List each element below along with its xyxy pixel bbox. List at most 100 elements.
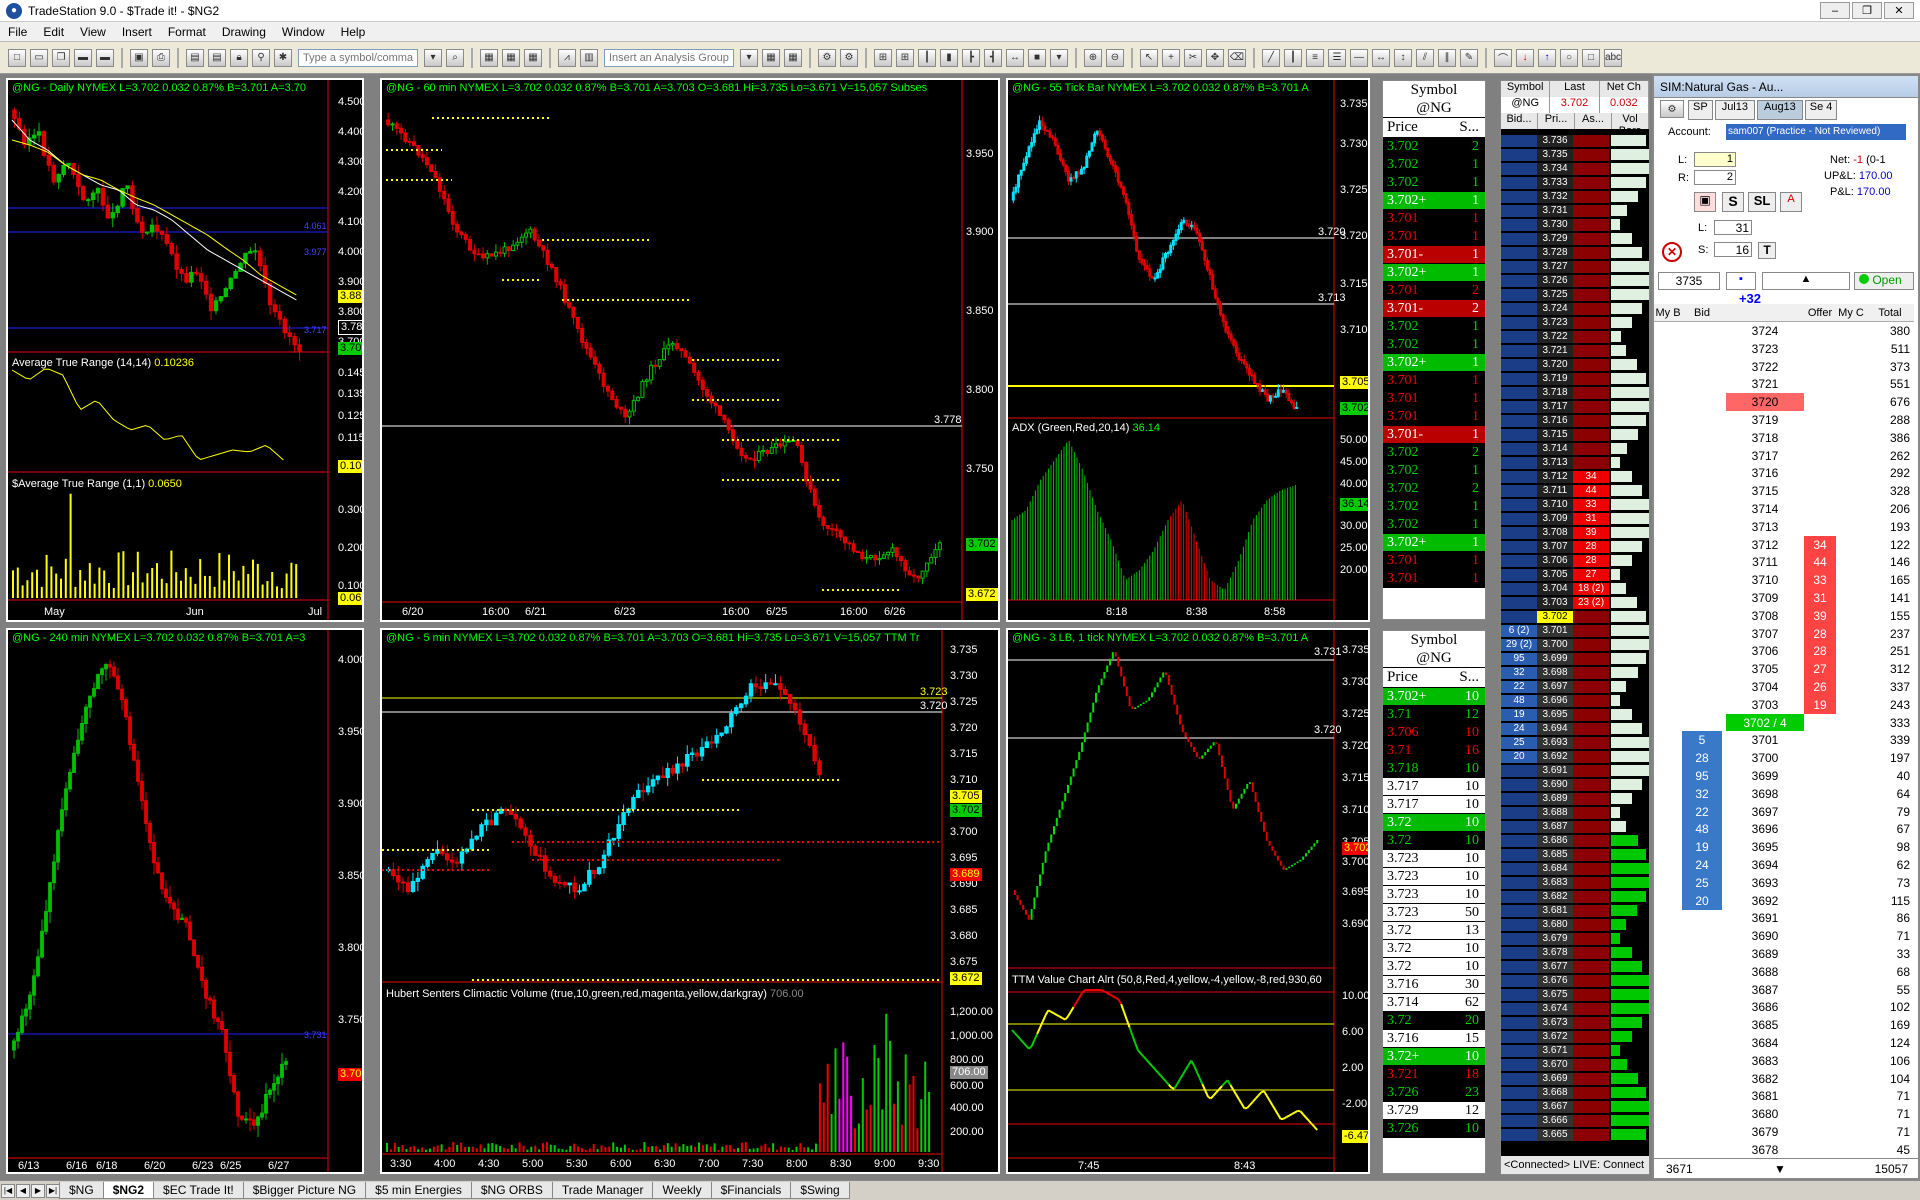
horizontal-lines-icon[interactable]: ≡ [1306, 48, 1324, 67]
ohlc2-icon[interactable]: ┫ [984, 48, 1002, 67]
mm-row[interactable]: 3.723 [1501, 317, 1649, 329]
mm-symbol[interactable]: @NG [1501, 97, 1551, 113]
mm-row[interactable]: 3.680 [1501, 919, 1649, 931]
mm-row[interactable]: 3.678 [1501, 947, 1649, 959]
chart-5min[interactable]: @NG - 5 min NYMEX L=3.702 0.032 0.87% B=… [380, 628, 1000, 1174]
data-icon[interactable]: ⊞ [874, 48, 892, 67]
grid-icon[interactable]: ▦ [480, 48, 498, 67]
maximize-button[interactable]: ❐ [1852, 2, 1882, 19]
dom-bid[interactable]: 20 [1682, 891, 1722, 910]
search-icon[interactable]: ⌕ [446, 48, 464, 67]
flatten-icon[interactable]: ▣ [1694, 192, 1716, 212]
chart-3lb[interactable]: @NG - 3 LB, 1 tick NYMEX L=3.702 0.032 0… [1006, 628, 1370, 1174]
mm-row[interactable]: 3.721 [1501, 345, 1649, 357]
dom-row[interactable]: 3721 551 [1654, 375, 1914, 394]
mm-row[interactable]: 3.708 39 [1501, 527, 1649, 539]
arc-icon[interactable]: ⌒ [1494, 48, 1512, 67]
dom-bid[interactable]: 24 [1682, 856, 1722, 874]
dom-offer[interactable]: 27 [1804, 660, 1836, 679]
mm-row[interactable]: 3.717 [1501, 401, 1649, 413]
mm-row[interactable]: 3.672 [1501, 1031, 1649, 1043]
mm-row[interactable]: 3.704 18 (2) [1501, 583, 1649, 595]
fib-icon[interactable]: ☰ [1328, 48, 1346, 67]
r-quantity-input[interactable]: 2 [1694, 170, 1736, 185]
dom-offer[interactable]: 33 [1804, 571, 1836, 590]
link-icon[interactable]: ⚲ [252, 48, 270, 67]
tab-ng-orbs[interactable]: $NG ORBS [470, 1182, 553, 1199]
dom-row[interactable]: 25 3693 73 [1654, 873, 1914, 892]
alert-icon[interactable]: A [1780, 192, 1802, 212]
dom-row[interactable]: 28 3700 197 [1654, 749, 1914, 768]
dom-row[interactable]: 3679 71 [1654, 1123, 1914, 1141]
color-icon[interactable]: ▪ [1726, 272, 1756, 290]
text-icon[interactable]: abc [1604, 48, 1622, 67]
hline-icon[interactable]: — [1350, 48, 1368, 67]
grid2-icon[interactable]: ▦ [502, 48, 520, 67]
tab-ng[interactable]: $NG [59, 1182, 104, 1199]
profit-target-ticks[interactable]: 16 [1714, 242, 1752, 257]
tools-icon[interactable]: ✂ [1184, 48, 1202, 67]
dom-row[interactable]: 5 3701 339 [1654, 731, 1914, 750]
mm-row[interactable]: 3.683 [1501, 877, 1649, 889]
tab-5min-energies[interactable]: $5 min Energies [365, 1182, 472, 1199]
format-icon[interactable]: ⚙ [818, 48, 836, 67]
dom-offer[interactable]: 31 [1804, 589, 1836, 607]
tab-bigger-picture-ng[interactable]: $Bigger Picture NG [242, 1182, 367, 1199]
dom-row[interactable]: 3705 27 312 [1654, 660, 1914, 679]
mm-row[interactable]: 3.674 [1501, 1003, 1649, 1015]
gann-icon[interactable]: ∥ [1438, 48, 1456, 67]
mm-row[interactable]: 24 3.694 [1501, 723, 1649, 735]
mm-row[interactable]: 3.709 31 [1501, 513, 1649, 525]
channel-icon[interactable]: ⫽ [1416, 48, 1434, 67]
last-tab-icon[interactable]: ▶| [46, 1183, 60, 1198]
tab-aug13[interactable]: Aug13 [1756, 100, 1803, 120]
mm-row[interactable]: 22 3.697 [1501, 681, 1649, 693]
mm-row[interactable]: 6 (2) 3.701 [1501, 625, 1649, 637]
market-depth-panel[interactable]: Symbol Last Net Ch @NG 3.702 0.032 Bid... Pri… [1500, 80, 1650, 1175]
mm-row[interactable]: 3.675 [1501, 989, 1649, 1001]
time-sales-top[interactable]: Symbol @NG Price S... 3.702 2 3.702 1 3.702 1 3… [1382, 80, 1486, 620]
more-icon[interactable]: ▾ [1050, 48, 1068, 67]
dom-row[interactable]: 48 3696 67 [1654, 820, 1914, 839]
tab-weekly[interactable]: Weekly [652, 1182, 712, 1199]
mm-row[interactable]: 3.730 [1501, 219, 1649, 231]
move-icon[interactable]: ✥ [1206, 48, 1224, 67]
mm-row[interactable]: 3.682 [1501, 891, 1649, 903]
stop-loss-ticks[interactable]: 31 [1714, 220, 1752, 235]
settings-icon[interactable]: ⚙ [1660, 100, 1684, 118]
dom-bid[interactable]: 28 [1682, 749, 1722, 768]
dom-offer[interactable]: 19 [1804, 695, 1836, 714]
mm-row[interactable]: 3.713 [1501, 457, 1649, 469]
dom-row[interactable]: 3724 380 [1654, 322, 1914, 340]
s-button[interactable]: S [1722, 192, 1744, 212]
zoom-in-icon[interactable]: ⊕ [1084, 48, 1102, 67]
arrow-down-icon[interactable]: ↓ [1516, 48, 1534, 67]
dom-row[interactable]: 3723 511 [1654, 339, 1914, 358]
mm-row[interactable]: 95 3.699 [1501, 653, 1649, 665]
mm-col-price[interactable]: Pri... [1538, 113, 1575, 129]
mm-row[interactable]: 3.719 [1501, 373, 1649, 385]
tab-ec-trade-it[interactable]: $EC Trade It! [153, 1182, 244, 1199]
menu-drawing[interactable]: Drawing [214, 25, 274, 39]
dom-row[interactable]: 3687 55 [1654, 980, 1914, 999]
mm-row[interactable]: 3.706 28 [1501, 555, 1649, 567]
tab-trade-manager[interactable]: Trade Manager [551, 1182, 654, 1199]
eraser-icon[interactable]: ⌫ [1228, 48, 1246, 67]
dom-row[interactable]: 22 3697 79 [1654, 802, 1914, 821]
tab-sp[interactable]: SP [1688, 100, 1713, 120]
mm-col-vol[interactable]: Vol Bars [1612, 113, 1649, 137]
dom-row[interactable]: 3678 45 [1654, 1140, 1914, 1156]
col-size[interactable]: S... [1445, 118, 1485, 137]
mm-row[interactable]: 3.733 [1501, 177, 1649, 189]
dom-bid[interactable]: 22 [1682, 802, 1722, 821]
dom-row[interactable]: 3715 328 [1654, 482, 1914, 501]
vline-arrow-icon[interactable]: ↕ [1394, 48, 1412, 67]
dom-bid[interactable]: 25 [1682, 873, 1722, 892]
dom-row[interactable]: 3685 169 [1654, 1016, 1914, 1035]
dom-row[interactable]: 3710 33 165 [1654, 571, 1914, 590]
dom-row[interactable]: 3716 292 [1654, 464, 1914, 483]
dom-ladder[interactable]: 3724 380 3723 511 3722 373 3721 551 3720 676 3719 2… [1654, 322, 1918, 1156]
tab-financials[interactable]: $Financials [710, 1182, 792, 1199]
data2-icon[interactable]: ⊞ [896, 48, 914, 67]
dom-row[interactable]: 3712 34 122 [1654, 535, 1914, 554]
